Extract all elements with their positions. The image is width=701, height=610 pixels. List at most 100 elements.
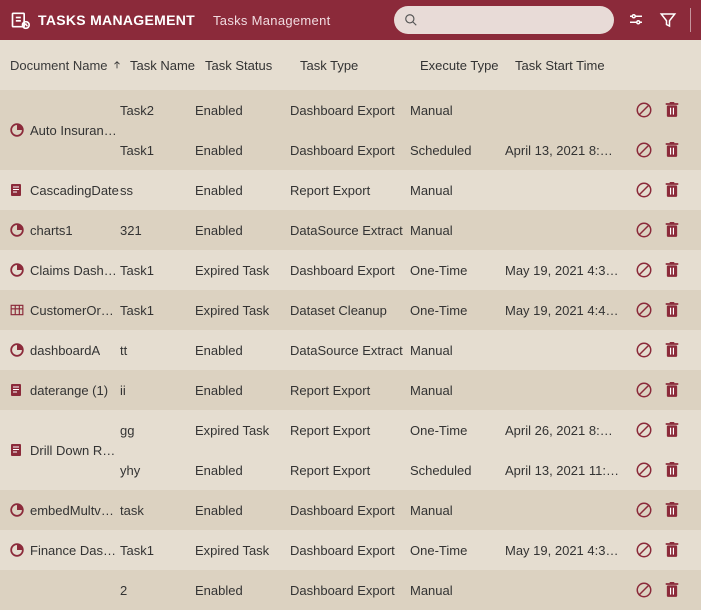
document-name: charts1: [30, 223, 73, 238]
disable-task-icon[interactable]: [635, 181, 653, 199]
task-row[interactable]: Task1Expired TaskDashboard ExportOne-Tim…: [120, 250, 701, 290]
task-row[interactable]: Task2EnabledDashboard ExportManual: [120, 90, 701, 130]
disable-task-icon[interactable]: [635, 221, 653, 239]
task-type: Report Export: [290, 423, 410, 438]
filter-icon[interactable]: [658, 10, 678, 30]
task-row[interactable]: ttEnabledDataSource ExtractManual: [120, 330, 701, 370]
table-row-group: dashboardAttEnabledDataSource ExtractMan…: [0, 330, 701, 370]
task-row[interactable]: 321EnabledDataSource ExtractManual: [120, 210, 701, 250]
page-title: TASKS MANAGEMENT: [38, 12, 195, 28]
task-name: 2: [120, 583, 195, 598]
task-status: Enabled: [195, 103, 290, 118]
task-row[interactable]: yhyEnabledReport ExportScheduledApril 13…: [120, 450, 701, 490]
task-type: Dashboard Export: [290, 103, 410, 118]
search-input[interactable]: [424, 13, 604, 28]
delete-task-icon[interactable]: [663, 221, 681, 239]
document-cell[interactable]: Auto Insurance ...: [0, 90, 120, 170]
delete-task-icon[interactable]: [663, 101, 681, 119]
task-status: Expired Task: [195, 543, 290, 558]
task-row[interactable]: Task1EnabledDashboard ExportScheduledApr…: [120, 130, 701, 170]
delete-task-icon[interactable]: [663, 541, 681, 559]
task-exec-type: One-Time: [410, 303, 505, 318]
col-header-status[interactable]: Task Status: [205, 58, 300, 73]
task-exec-type: One-Time: [410, 263, 505, 278]
document-type-icon: [10, 583, 24, 597]
document-cell[interactable]: embedMultvalue...: [0, 490, 120, 530]
delete-task-icon[interactable]: [663, 341, 681, 359]
col-header-document[interactable]: Document Name: [10, 58, 130, 73]
col-header-time[interactable]: Task Start Time: [515, 58, 635, 73]
task-row[interactable]: Task1Expired TaskDataset CleanupOne-Time…: [120, 290, 701, 330]
task-exec-type: Manual: [410, 223, 505, 238]
disable-task-icon[interactable]: [635, 141, 653, 159]
disable-task-icon[interactable]: [635, 301, 653, 319]
task-type: DataSource Extract: [290, 223, 410, 238]
task-type: Dashboard Export: [290, 503, 410, 518]
col-header-exec[interactable]: Execute Type: [420, 58, 515, 73]
document-cell[interactable]: CustomerOrders: [0, 290, 120, 330]
disable-task-icon[interactable]: [635, 461, 653, 479]
delete-task-icon[interactable]: [663, 581, 681, 599]
task-name: tt: [120, 343, 195, 358]
task-status: Expired Task: [195, 303, 290, 318]
document-type-icon: [10, 443, 24, 457]
document-cell[interactable]: CascadingDate: [0, 170, 120, 210]
sort-asc-icon: [112, 60, 122, 70]
header-title-group: TASKS MANAGEMENT Tasks Management: [10, 10, 331, 30]
disable-task-icon[interactable]: [635, 381, 653, 399]
task-exec-type: Manual: [410, 583, 505, 598]
task-table-body: Auto Insurance ...Task2EnabledDashboard …: [0, 90, 701, 610]
task-row[interactable]: ggExpired TaskReport ExportOne-TimeApril…: [120, 410, 701, 450]
task-row[interactable]: taskEnabledDashboard ExportManual: [120, 490, 701, 530]
delete-task-icon[interactable]: [663, 141, 681, 159]
task-status: Enabled: [195, 343, 290, 358]
settings-sliders-icon[interactable]: [626, 10, 646, 30]
task-exec-type: One-Time: [410, 543, 505, 558]
task-status: Enabled: [195, 143, 290, 158]
task-type: Report Export: [290, 383, 410, 398]
task-status: Enabled: [195, 223, 290, 238]
document-type-icon: [10, 343, 24, 357]
delete-task-icon[interactable]: [663, 381, 681, 399]
delete-task-icon[interactable]: [663, 261, 681, 279]
document-cell[interactable]: daterange (1): [0, 370, 120, 410]
task-type: Dataset Cleanup: [290, 303, 410, 318]
task-type: Dashboard Export: [290, 143, 410, 158]
disable-task-icon[interactable]: [635, 101, 653, 119]
document-type-icon: [10, 123, 24, 137]
search-box[interactable]: [394, 6, 614, 34]
task-row[interactable]: iiEnabledReport ExportManual: [120, 370, 701, 410]
delete-task-icon[interactable]: [663, 501, 681, 519]
col-header-type[interactable]: Task Type: [300, 58, 420, 73]
delete-task-icon[interactable]: [663, 301, 681, 319]
document-cell[interactable]: charts1: [0, 210, 120, 250]
document-cell[interactable]: Claims Dashboard: [0, 250, 120, 290]
document-cell[interactable]: Finance Dashboa...: [0, 530, 120, 570]
delete-task-icon[interactable]: [663, 181, 681, 199]
col-header-taskname[interactable]: Task Name: [130, 58, 205, 73]
task-status: Enabled: [195, 383, 290, 398]
delete-task-icon[interactable]: [663, 461, 681, 479]
disable-task-icon[interactable]: [635, 341, 653, 359]
document-cell[interactable]: dashboardA: [0, 330, 120, 370]
disable-task-icon[interactable]: [635, 581, 653, 599]
task-start-time: May 19, 2021 4:40 P...: [505, 303, 625, 318]
disable-task-icon[interactable]: [635, 421, 653, 439]
delete-task-icon[interactable]: [663, 421, 681, 439]
task-status: Enabled: [195, 463, 290, 478]
disable-task-icon[interactable]: [635, 261, 653, 279]
task-name: Task1: [120, 143, 195, 158]
page-subtitle: Tasks Management: [213, 13, 331, 28]
table-row-group: embedMultvalue...taskEnabledDashboard Ex…: [0, 490, 701, 530]
disable-task-icon[interactable]: [635, 501, 653, 519]
task-row[interactable]: 2EnabledDashboard ExportManual: [120, 570, 701, 610]
task-status: Expired Task: [195, 423, 290, 438]
document-cell[interactable]: [0, 570, 120, 610]
document-name: Claims Dashboard: [30, 263, 120, 278]
task-row[interactable]: ssEnabledReport ExportManual: [120, 170, 701, 210]
table-row-group: CascadingDatessEnabledReport ExportManua…: [0, 170, 701, 210]
document-cell[interactable]: Drill Down Report: [0, 410, 120, 490]
task-row[interactable]: Task1Expired TaskDashboard ExportOne-Tim…: [120, 530, 701, 570]
disable-task-icon[interactable]: [635, 541, 653, 559]
document-type-icon: [10, 543, 24, 557]
